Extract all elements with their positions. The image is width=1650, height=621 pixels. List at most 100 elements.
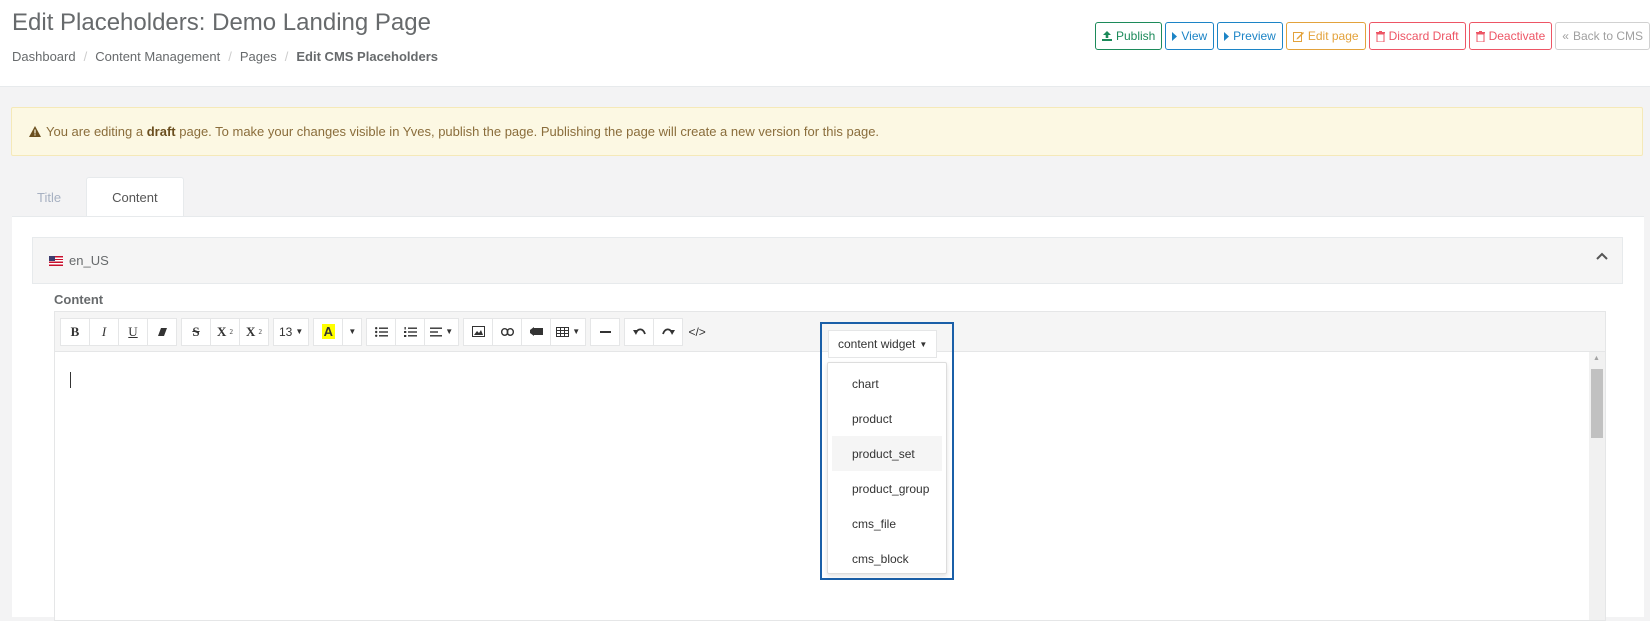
discard-draft-button[interactable]: Discard Draft <box>1368 22 1466 50</box>
upload-icon <box>1102 31 1112 41</box>
tab-content[interactable]: Content <box>86 177 184 217</box>
superscript-label: X <box>217 323 227 339</box>
breadcrumb-current: Edit CMS Placeholders <box>296 49 438 64</box>
insert-table-dropdown[interactable]: ▼ <box>550 317 587 346</box>
style-group: B I U <box>60 317 177 346</box>
caret-right-icon <box>1224 31 1230 41</box>
edit-page-button[interactable]: Edit page <box>1285 22 1366 50</box>
subscript-button[interactable]: X2 <box>239 317 269 346</box>
preview-label: Preview <box>1233 29 1276 43</box>
deactivate-label: Deactivate <box>1488 29 1546 43</box>
alert-strong: draft <box>146 124 176 139</box>
double-chevron-left-icon: « <box>1562 29 1569 43</box>
italic-button[interactable]: I <box>89 317 119 346</box>
content-widget-dropdown[interactable]: content widget ▼ <box>828 330 938 358</box>
page-header: Edit Placeholders: Demo Landing Page Das… <box>0 0 1650 87</box>
undo-icon <box>632 328 646 335</box>
subscript-label: X <box>246 323 256 339</box>
alert-prefix: You are editing a <box>46 124 144 139</box>
content-field-label: Content <box>54 292 104 307</box>
trash-icon <box>1375 30 1385 42</box>
undo-button[interactable] <box>624 317 655 346</box>
history-group: </> <box>624 317 712 346</box>
editor-scrollbar[interactable]: ▲ <box>1589 352 1605 620</box>
locale-name: en_US <box>69 253 109 268</box>
content-widget-label: content widget <box>838 337 916 351</box>
font-size-value: 13 <box>279 324 293 339</box>
superscript-button[interactable]: X2 <box>210 317 240 346</box>
locale-header[interactable]: en_US <box>32 237 1623 284</box>
bold-button[interactable]: B <box>60 317 90 346</box>
numbered-list-icon <box>403 326 417 337</box>
eraser-icon <box>157 327 167 336</box>
insert-link-button[interactable] <box>492 317 523 346</box>
align-dropdown[interactable]: ▼ <box>424 317 460 346</box>
us-flag-icon <box>49 255 63 266</box>
color-dropdown-toggle[interactable]: ▼ <box>342 317 363 346</box>
view-button[interactable]: View <box>1165 22 1215 50</box>
widget-option-cms-block[interactable]: cms_block <box>832 541 942 576</box>
code-view-button[interactable]: </> <box>682 318 712 346</box>
breadcrumb-separator: / <box>83 49 88 64</box>
scrollbar-thumb[interactable] <box>1591 369 1603 438</box>
insert-group: ▼ <box>463 317 587 346</box>
redo-icon <box>661 328 675 335</box>
redo-button[interactable] <box>653 317 684 346</box>
edit-icon <box>1292 31 1304 42</box>
breadcrumb-content-management[interactable]: Content Management <box>95 49 220 64</box>
video-icon <box>529 327 543 336</box>
underline-button[interactable]: U <box>118 317 148 346</box>
align-left-icon <box>430 327 443 336</box>
caret-down-icon: ▼ <box>445 327 454 336</box>
widget-option-product[interactable]: product <box>832 401 942 436</box>
widget-option-cms-file[interactable]: cms_file <box>832 506 942 541</box>
page-title: Edit Placeholders: Demo Landing Page <box>12 9 431 36</box>
caret-down-icon: ▼ <box>919 339 928 349</box>
draft-warning-alert: You are editing a draft page. To make yo… <box>11 107 1643 156</box>
view-label: View <box>1181 29 1208 43</box>
widget-option-chart[interactable]: chart <box>832 366 942 401</box>
breadcrumb-separator: / <box>228 49 232 64</box>
horizontal-rule-button[interactable] <box>590 317 621 346</box>
highlight-label: A <box>321 324 335 339</box>
caret-down-icon: ▼ <box>295 327 304 336</box>
scroll-up-arrow-icon[interactable]: ▲ <box>1593 355 1600 362</box>
page-actions: Publish View Preview Edit page Discard D… <box>1095 22 1650 50</box>
bullet-list-icon <box>374 326 388 337</box>
breadcrumb-pages[interactable]: Pages <box>240 49 277 64</box>
back-to-cms-button[interactable]: « Back to CMS <box>1555 22 1650 50</box>
minus-icon <box>599 330 611 333</box>
content-widget-highlight: content widget ▼ chart product product_s… <box>820 322 954 580</box>
insert-image-button[interactable] <box>463 317 494 346</box>
widget-option-product-set[interactable]: product_set <box>832 436 942 471</box>
content-widget-menu: chart product product_set product_group … <box>827 362 947 574</box>
publish-button[interactable]: Publish <box>1095 22 1163 50</box>
warning-icon <box>29 126 41 137</box>
preview-button[interactable]: Preview <box>1217 22 1283 50</box>
alert-text: You are editing a draft page. To make yo… <box>46 124 879 139</box>
widget-option-product-group[interactable]: product_group <box>832 471 942 506</box>
deactivate-button[interactable]: Deactivate <box>1468 22 1553 50</box>
strikethrough-button[interactable]: S <box>181 317 211 346</box>
unordered-list-button[interactable] <box>366 317 397 346</box>
breadcrumb-separator: / <box>284 49 289 64</box>
chevron-up-icon[interactable] <box>1596 252 1608 260</box>
tab-title[interactable]: Title <box>12 177 86 217</box>
table-icon <box>556 326 570 337</box>
discard-draft-label: Discard Draft <box>1388 29 1459 43</box>
font-size-group: 13 ▼ <box>273 317 310 346</box>
caret-down-icon: ▼ <box>572 327 581 336</box>
highlight-color-button[interactable]: A <box>313 317 344 346</box>
alert-suffix: page. To make your changes visible in Yv… <box>179 124 880 139</box>
ordered-list-button[interactable] <box>395 317 426 346</box>
paragraph-group: ▼ <box>366 317 460 346</box>
caret-down-icon: ▼ <box>348 327 357 336</box>
trash-icon <box>1475 30 1485 42</box>
clear-format-button[interactable] <box>147 317 177 346</box>
breadcrumb-dashboard[interactable]: Dashboard <box>12 49 76 64</box>
edit-page-label: Edit page <box>1307 29 1359 43</box>
insert-video-button[interactable] <box>521 317 552 346</box>
caret-right-icon <box>1172 31 1178 41</box>
font-size-dropdown[interactable]: 13 ▼ <box>273 317 310 346</box>
image-icon <box>471 326 485 337</box>
